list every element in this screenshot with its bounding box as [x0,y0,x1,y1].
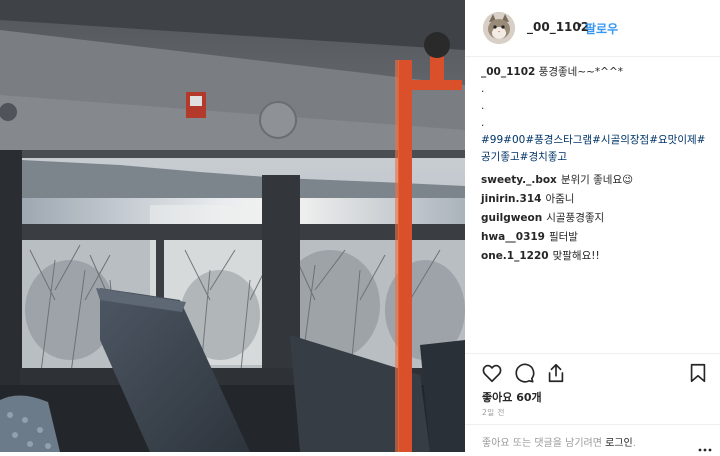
login-footer: 좋아요 또는 댓글을 남기려면 로그인. [465,424,720,453]
comment-username[interactable]: sweety._.box [481,174,557,186]
likes-count[interactable]: 좋아요 60개 [482,389,542,405]
post-timestamp: 2일 전 [482,408,505,417]
comment-username[interactable]: hwa__0319 [481,231,545,243]
hashtag[interactable]: #경치좋고 [520,151,567,163]
caption-dot-1: . [481,83,485,95]
comment-item: guilgweon 시골풍경좋지 [481,210,713,227]
caption: _00_1102 풍경좋네~~*^^* [481,64,713,81]
instagram-post: _00_1102 • 팔로우 _00_1102 풍경좋네~~*^^* . . .… [0,0,720,452]
hashtag[interactable]: #풍경스타그램 [525,134,592,146]
comment-text: 아줌니 [545,193,575,205]
comment-text: 필터발 [548,231,578,243]
cat-avatar-icon [483,12,515,44]
login-prompt: 좋아요 또는 댓글을 남기려면 로그인. [482,434,636,449]
login-link[interactable]: 로그인 [605,438,633,449]
hashtag[interactable]: #99 [481,134,503,146]
comment-username[interactable]: guilgweon [481,212,542,224]
bus-window-photo [0,0,465,452]
avatar[interactable] [483,12,515,44]
post-sidebar: _00_1102 • 팔로우 _00_1102 풍경좋네~~*^^* . . .… [465,0,720,452]
comment-item: jinirin.314 아줌니 [481,191,713,208]
caption-dot-2: . [481,100,485,112]
post-header: _00_1102 • 팔로우 [465,0,720,57]
action-bar [465,353,720,390]
caption-text: 풍경좋네~~*^^* [535,66,624,78]
comment-item: one.1_1220 맞팔해요!! [481,248,713,265]
caption-dot-3: . [481,117,485,129]
comment-username[interactable]: one.1_1220 [481,250,549,262]
comment-item: sweety._.box 분위기 좋네요😉 [481,172,713,189]
comments-list: _00_1102 풍경좋네~~*^^* . . . #99#00#풍경스타그램#… [481,64,713,265]
comment-text: 분위기 좋네요😉 [560,174,634,186]
hashtag[interactable]: #요맛이제 [649,134,696,146]
bookmark-icon[interactable] [687,362,709,384]
follow-button[interactable]: 팔로우 [585,20,618,37]
more-icon[interactable] [698,437,712,456]
comment-username[interactable]: jinirin.314 [481,193,541,205]
comment-text: 맞팔해요!! [552,250,600,262]
comment-icon[interactable] [513,362,535,384]
caption-username[interactable]: _00_1102 [481,66,535,78]
hashtag[interactable]: #시골의장점 [592,134,649,146]
caption-hashtags: #99#00#풍경스타그램#시골의장점#요맛이제#공기좋고#경치좋고 [481,132,713,166]
comment-text: 시골풍경좋지 [546,212,605,224]
login-prompt-text: 좋아요 또는 댓글을 남기려면 [482,438,606,449]
hashtag[interactable]: #00 [503,134,525,146]
header-separator: • [576,19,584,33]
comment-item: hwa__0319 필터발 [481,229,713,246]
post-photo [0,0,465,452]
login-prompt-end: . [632,438,636,449]
share-icon[interactable] [545,362,567,384]
heart-icon[interactable] [481,362,503,384]
